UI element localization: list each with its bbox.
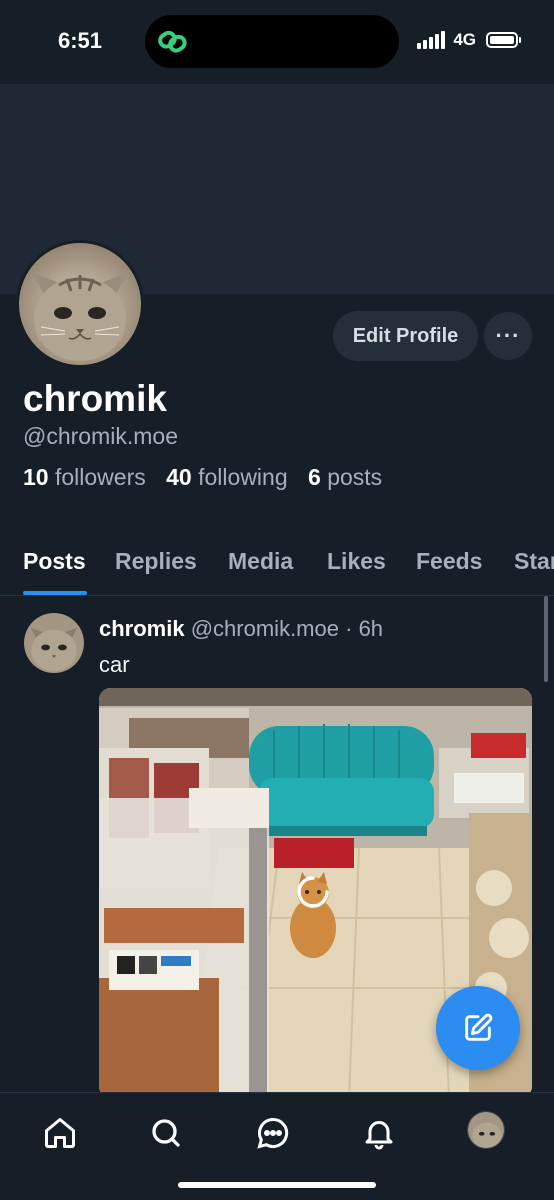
nav-chat[interactable] xyxy=(253,1113,293,1153)
following-stat[interactable]: 40 following xyxy=(166,464,287,490)
tab-feeds[interactable]: Feeds xyxy=(416,548,482,575)
post-meta-separator: · xyxy=(345,616,353,641)
tab-likes[interactable]: Likes xyxy=(327,548,386,575)
scrollbar[interactable] xyxy=(544,596,548,682)
profile-tabs: Posts Replies Media Likes Feeds Starter … xyxy=(0,530,554,596)
search-icon xyxy=(152,1119,180,1147)
active-tab-indicator xyxy=(23,591,87,595)
compose-post-button[interactable] xyxy=(436,986,520,1070)
nav-home[interactable] xyxy=(40,1113,80,1153)
profile-stats: 10 followers 40 following 6 posts xyxy=(23,464,396,491)
post-author-name[interactable]: chromik xyxy=(99,616,185,641)
post-text: car xyxy=(99,652,130,677)
home-indicator xyxy=(178,1182,376,1188)
nav-search[interactable] xyxy=(146,1113,186,1153)
link-rings-icon xyxy=(158,30,187,53)
tab-starter-packs[interactable]: Starter Packs xyxy=(514,548,554,575)
profile-handle: @chromik.moe xyxy=(23,423,178,449)
tab-posts[interactable]: Posts xyxy=(23,548,86,575)
status-bar: 6:51 4G xyxy=(0,0,554,84)
signal-icon xyxy=(417,31,446,49)
followers-stat[interactable]: 10 followers xyxy=(23,464,146,490)
bell-icon xyxy=(365,1121,393,1150)
dynamic-island xyxy=(145,15,399,68)
network-type: 4G xyxy=(453,30,476,49)
nav-notifications[interactable] xyxy=(359,1113,399,1153)
status-indicators: 4G xyxy=(417,30,521,50)
following-label: following xyxy=(198,464,288,490)
following-count: 40 xyxy=(166,464,192,490)
home-icon xyxy=(45,1118,75,1148)
cat-avatar-tiny xyxy=(468,1112,504,1148)
post-author-avatar[interactable] xyxy=(24,613,84,673)
cat-avatar-small xyxy=(24,613,84,673)
status-time: 6:51 xyxy=(58,28,103,53)
tab-replies[interactable]: Replies xyxy=(115,548,197,575)
edit-profile-button[interactable]: Edit Profile xyxy=(333,311,478,361)
followers-count: 10 xyxy=(23,464,49,490)
post-time: 6h xyxy=(358,616,384,641)
posts-stat: 6 posts xyxy=(308,464,382,490)
compose-icon xyxy=(465,1013,493,1041)
profile-display-name: chromik xyxy=(23,378,167,419)
nav-profile-avatar[interactable] xyxy=(467,1111,505,1149)
followers-label: followers xyxy=(54,464,146,490)
tab-media[interactable]: Media xyxy=(228,548,293,575)
post-author-handle[interactable]: @chromik.moe xyxy=(191,616,339,641)
profile-avatar[interactable] xyxy=(16,240,144,368)
posts-label: posts xyxy=(327,464,383,490)
cat-avatar-image xyxy=(19,243,141,365)
post-header: chromik @chromik.moe · 6h xyxy=(99,616,383,642)
more-options-button[interactable]: ··· xyxy=(484,312,532,360)
posts-count: 6 xyxy=(308,464,321,490)
chat-icon xyxy=(257,1117,289,1149)
battery-icon xyxy=(486,32,521,48)
